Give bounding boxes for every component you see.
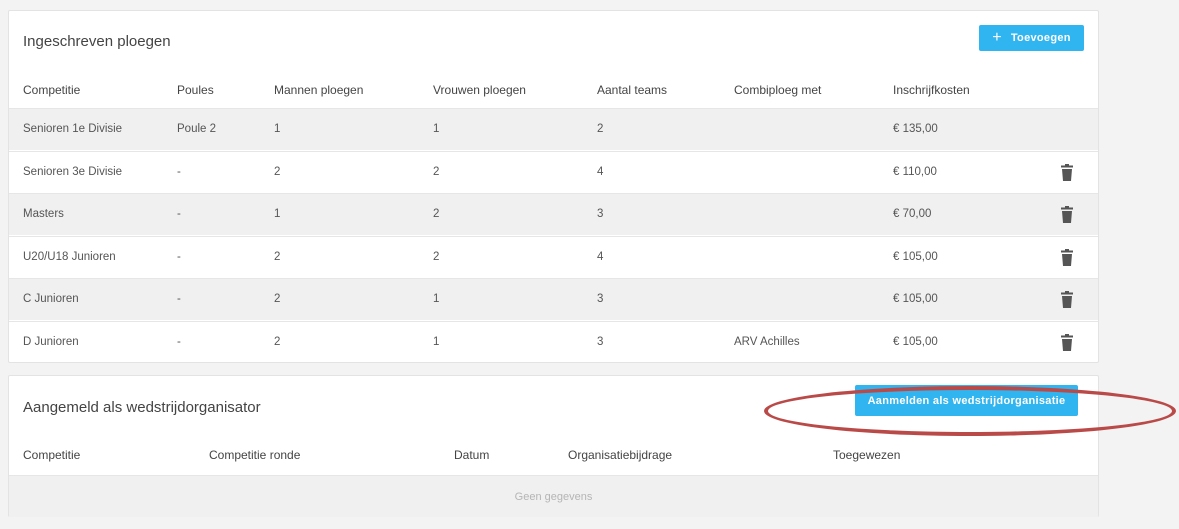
add-team-button[interactable]: + Toevoegen [979, 25, 1084, 51]
cell-combiploeg-met: ARV Achilles [734, 335, 800, 348]
empty-state-text: Geen gegevens [514, 491, 593, 503]
trash-icon[interactable] [1061, 163, 1073, 181]
column-header-inschrijfkosten: Inschrijfkosten [893, 83, 970, 97]
cell-aantal-teams: 2 [597, 123, 604, 135]
cell-poules: - [177, 335, 181, 348]
cell-competitie: D Junioren [23, 335, 79, 348]
trash-icon[interactable] [1061, 248, 1073, 266]
cell-vrouwen-ploegen: 2 [433, 250, 440, 263]
cell-competitie: U20/U18 Junioren [23, 250, 116, 263]
column-header-competitie-ronde: Competitie ronde [209, 448, 301, 462]
cell-inschrijfkosten: € 105,00 [893, 335, 938, 348]
column-header-organisatiebijdrage: Organisatiebijdrage [568, 448, 673, 462]
cell-poules: - [177, 208, 181, 220]
column-header-combiploeg-met: Combiploeg met [734, 83, 822, 97]
teams-table-header: Competitie Poules Mannen ploegen Vrouwen… [9, 70, 1098, 108]
cell-aantal-teams: 3 [597, 293, 604, 305]
table-row: C Junioren - 2 1 3 € 105,00 [9, 278, 1098, 320]
organizer-card-title: Aangemeld als wedstrijdorganisator [23, 399, 261, 416]
teams-card-title: Ingeschreven ploegen [23, 33, 171, 50]
cell-mannen-ploegen: 1 [274, 123, 281, 135]
cell-mannen-ploegen: 2 [274, 293, 281, 305]
cell-inschrijfkosten: € 105,00 [893, 293, 938, 305]
trash-icon[interactable] [1061, 291, 1073, 308]
cell-aantal-teams: 3 [597, 335, 604, 348]
cell-competitie: Masters [23, 208, 64, 220]
cell-mannen-ploegen: 2 [274, 250, 281, 263]
table-row: Senioren 3e Divisie - 2 2 4 € 110,00 [9, 150, 1098, 193]
table-row: D Junioren - 2 1 3 ARV Achilles € 105,00 [9, 320, 1098, 363]
cell-aantal-teams: 4 [597, 165, 604, 178]
cell-vrouwen-ploegen: 1 [433, 293, 440, 305]
column-header-datum: Datum [454, 448, 490, 462]
column-header-aantal-teams: Aantal teams [597, 83, 668, 97]
organizer-table-header: Competitie Competitie ronde Datum Organi… [9, 435, 1098, 473]
cell-vrouwen-ploegen: 1 [433, 123, 440, 135]
column-header-competitie: Competitie [23, 448, 81, 462]
column-header-vrouwen-ploegen: Vrouwen ploegen [433, 83, 526, 97]
cell-competitie: Senioren 1e Divisie [23, 123, 123, 135]
cell-poules: Poule 2 [177, 123, 217, 135]
trash-icon[interactable] [1061, 206, 1073, 223]
organizer-card: Aangemeld als wedstrijdorganisator Aanme… [8, 375, 1099, 517]
cell-competitie: C Junioren [23, 293, 79, 305]
cell-poules: - [177, 293, 181, 305]
cell-mannen-ploegen: 2 [274, 335, 281, 348]
column-header-poules: Poules [177, 83, 214, 97]
table-row: Senioren 1e Divisie Poule 2 1 1 2 € 135,00 [9, 108, 1098, 150]
column-header-mannen-ploegen: Mannen ploegen [274, 83, 364, 97]
add-team-button-label: Toevoegen [1010, 32, 1071, 44]
cell-vrouwen-ploegen: 1 [433, 335, 440, 348]
cell-aantal-teams: 3 [597, 208, 604, 220]
cell-mannen-ploegen: 2 [274, 165, 281, 178]
cell-aantal-teams: 4 [597, 250, 604, 263]
teams-card: Ingeschreven ploegen + Toevoegen Competi… [8, 10, 1099, 363]
table-row: Masters - 1 2 3 € 70,00 [9, 193, 1098, 235]
cell-vrouwen-ploegen: 2 [433, 165, 440, 178]
cell-poules: - [177, 165, 181, 178]
column-header-competitie: Competitie [23, 83, 81, 97]
empty-table-row: Geen gegevens [9, 475, 1098, 517]
column-header-toegewezen: Toegewezen [833, 448, 901, 462]
plus-icon: + [992, 29, 1002, 46]
cell-mannen-ploegen: 1 [274, 208, 281, 220]
cell-inschrijfkosten: € 110,00 [893, 165, 937, 178]
cell-inschrijfkosten: € 70,00 [893, 208, 932, 220]
trash-icon[interactable] [1061, 333, 1073, 351]
cell-poules: - [177, 250, 181, 263]
cell-inschrijfkosten: € 105,00 [893, 250, 938, 263]
register-organizer-button[interactable]: Aanmelden als wedstrijdorganisatie [855, 385, 1078, 416]
cell-vrouwen-ploegen: 2 [433, 208, 440, 220]
cell-inschrijfkosten: € 135,00 [893, 123, 938, 135]
table-row: U20/U18 Junioren - 2 2 4 € 105,00 [9, 235, 1098, 278]
cell-competitie: Senioren 3e Divisie [23, 165, 123, 178]
